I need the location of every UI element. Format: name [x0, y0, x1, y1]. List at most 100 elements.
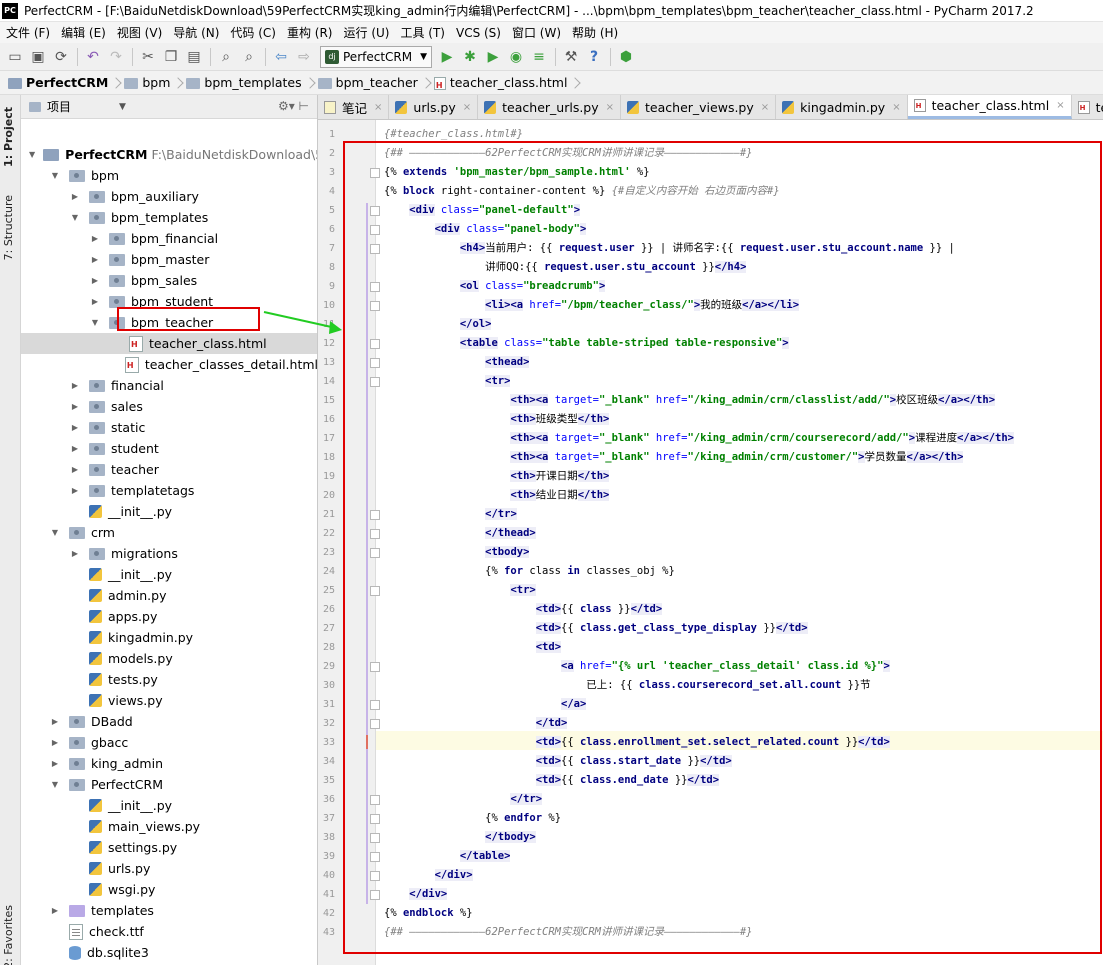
structure-tool-tab[interactable]: 7: Structure [2, 195, 15, 260]
tree-item[interactable]: __init__.py [21, 795, 317, 816]
breadcrumb-item[interactable]: PerfectCRM [8, 75, 124, 90]
editor-tab[interactable]: teach [1071, 95, 1103, 119]
breadcrumb-item[interactable]: bpm [124, 75, 186, 90]
menu-item-5[interactable]: 重构 (R) [287, 24, 333, 41]
tree-item[interactable]: admin.py [21, 585, 317, 606]
profile-icon[interactable]: ◉ [505, 46, 527, 68]
close-icon[interactable]: × [606, 102, 614, 113]
help-icon[interactable]: ? [583, 46, 605, 68]
paste-icon[interactable]: ▤ [183, 46, 205, 68]
editor-tab[interactable]: teacher_class.html × [907, 95, 1072, 119]
chevron-right-icon[interactable]: ▶ [69, 381, 81, 390]
breadcrumb-item[interactable]: bpm_templates [186, 75, 317, 90]
tree-item[interactable]: ▶ student [21, 438, 317, 459]
tree-item[interactable]: wsgi.py [21, 879, 317, 900]
chevron-right-icon[interactable]: ▶ [69, 486, 81, 495]
menu-item-8[interactable]: VCS (S) [456, 26, 501, 40]
chevron-right-icon[interactable]: ▶ [69, 423, 81, 432]
tree-item[interactable]: kingadmin.py [21, 627, 317, 648]
tree-item[interactable]: __init__.py [21, 501, 317, 522]
debug-icon[interactable]: ✱ [459, 46, 481, 68]
run-config-select[interactable]: dj PerfectCRM ▼ [320, 45, 433, 68]
tree-item[interactable]: models.py [21, 648, 317, 669]
chevron-right-icon[interactable]: ▶ [49, 717, 61, 726]
tree-item[interactable]: ▼ crm [21, 522, 317, 543]
menu-item-10[interactable]: 帮助 (H) [572, 24, 618, 41]
panel-actions[interactable]: ⚙▾ ⊢ [278, 99, 309, 113]
tree-item[interactable]: db.sqlite3 [21, 942, 317, 963]
tree-item[interactable]: ▼ bpm [21, 165, 317, 186]
tree-item[interactable]: ▶ teacher [21, 459, 317, 480]
menu-item-3[interactable]: 导航 (N) [173, 24, 219, 41]
sdk-icon[interactable]: ⬢ [615, 46, 637, 68]
chevron-right-icon[interactable]: ▶ [69, 465, 81, 474]
tree-item[interactable]: check.ttf [21, 921, 317, 942]
chevron-down-icon[interactable]: ▼ [49, 780, 61, 789]
chevron-down-icon[interactable]: ▼ [29, 150, 35, 159]
close-icon[interactable]: × [463, 102, 471, 113]
forward-icon[interactable]: ⇨ [293, 46, 315, 68]
tree-item[interactable]: main_views.py [21, 816, 317, 837]
tree-item[interactable]: ▶ bpm_auxiliary [21, 186, 317, 207]
chevron-right-icon[interactable]: ▶ [69, 549, 81, 558]
editor-tab[interactable]: kingadmin.py × [776, 95, 908, 119]
tree-item[interactable]: ▼ bpm_templates [21, 207, 317, 228]
tree-item[interactable]: __init__.py [21, 564, 317, 585]
chevron-right-icon[interactable]: ▶ [89, 276, 101, 285]
back-icon[interactable]: ⇦ [270, 46, 292, 68]
redo-icon[interactable]: ↷ [105, 46, 127, 68]
tree-item[interactable]: views.py [21, 690, 317, 711]
tree-item[interactable]: ▶ static [21, 417, 317, 438]
menu-item-0[interactable]: 文件 (F) [6, 24, 50, 41]
tree-item[interactable]: ▶ gbacc [21, 732, 317, 753]
tree-item[interactable]: ▶ bpm_financial [21, 228, 317, 249]
close-icon[interactable]: × [1056, 100, 1064, 111]
chevron-down-icon[interactable]: ▼ [119, 102, 126, 112]
replace-icon[interactable]: ⌕ [238, 46, 260, 68]
tree-item[interactable]: ▼ PerfectCRMF:\BaiduNetdiskDownload\59P [21, 144, 317, 165]
project-view-label[interactable]: 项目 [47, 98, 71, 115]
close-icon[interactable]: × [374, 102, 382, 113]
open-folder-icon[interactable]: ▭ [4, 46, 26, 68]
tree-item[interactable]: ▶ king_admin [21, 753, 317, 774]
favorites-tool-tab[interactable]: 2: Favorites [2, 905, 15, 965]
coverage-icon[interactable]: ▶ [482, 46, 504, 68]
chevron-down-icon[interactable]: ▼ [69, 213, 81, 222]
run-icon[interactable]: ▶ [436, 46, 458, 68]
tree-item[interactable]: ▶ DBadd [21, 711, 317, 732]
tree-item[interactable]: ▼ PerfectCRM [21, 774, 317, 795]
chevron-down-icon[interactable]: ▼ [49, 171, 61, 180]
cut-icon[interactable]: ✂ [137, 46, 159, 68]
chevron-right-icon[interactable]: ▶ [89, 297, 101, 306]
chevron-right-icon[interactable]: ▶ [69, 192, 81, 201]
breadcrumb-item[interactable]: teacher_class.html [433, 75, 584, 90]
menu-item-4[interactable]: 代码 (C) [230, 24, 276, 41]
project-tool-tab[interactable]: 1: Project [2, 107, 15, 167]
chevron-right-icon[interactable]: ▶ [49, 906, 61, 915]
menu-item-7[interactable]: 工具 (T) [400, 24, 445, 41]
find-icon[interactable]: ⌕ [215, 46, 237, 68]
undo-icon[interactable]: ↶ [82, 46, 104, 68]
editor-tab[interactable]: urls.py × [389, 95, 479, 119]
chevron-right-icon[interactable]: ▶ [49, 759, 61, 768]
editor-tab[interactable]: teacher_urls.py × [478, 95, 622, 119]
chevron-down-icon[interactable]: ▼ [89, 318, 101, 327]
tree-item[interactable]: ▶ bpm_master [21, 249, 317, 270]
chevron-right-icon[interactable]: ▶ [49, 738, 61, 747]
tree-item[interactable]: ▶ migrations [21, 543, 317, 564]
menu-item-6[interactable]: 运行 (U) [344, 24, 390, 41]
chevron-right-icon[interactable]: ▶ [89, 255, 101, 264]
tree-item[interactable]: ▶ templatetags [21, 480, 317, 501]
close-icon[interactable]: × [892, 102, 900, 113]
tree-item[interactable]: teacher_classes_detail.html [21, 354, 317, 375]
settings-icon[interactable]: ⚒ [560, 46, 582, 68]
tree-item[interactable]: apps.py [21, 606, 317, 627]
sync-icon[interactable]: ⟳ [50, 46, 72, 68]
chevron-down-icon[interactable]: ▼ [49, 528, 61, 537]
menu-item-1[interactable]: 编辑 (E) [61, 24, 106, 41]
menu-item-9[interactable]: 窗口 (W) [512, 24, 561, 41]
copy-icon[interactable]: ❐ [160, 46, 182, 68]
tree-item[interactable]: ▶ financial [21, 375, 317, 396]
chevron-right-icon[interactable]: ▶ [89, 234, 101, 243]
save-icon[interactable]: ▣ [27, 46, 49, 68]
